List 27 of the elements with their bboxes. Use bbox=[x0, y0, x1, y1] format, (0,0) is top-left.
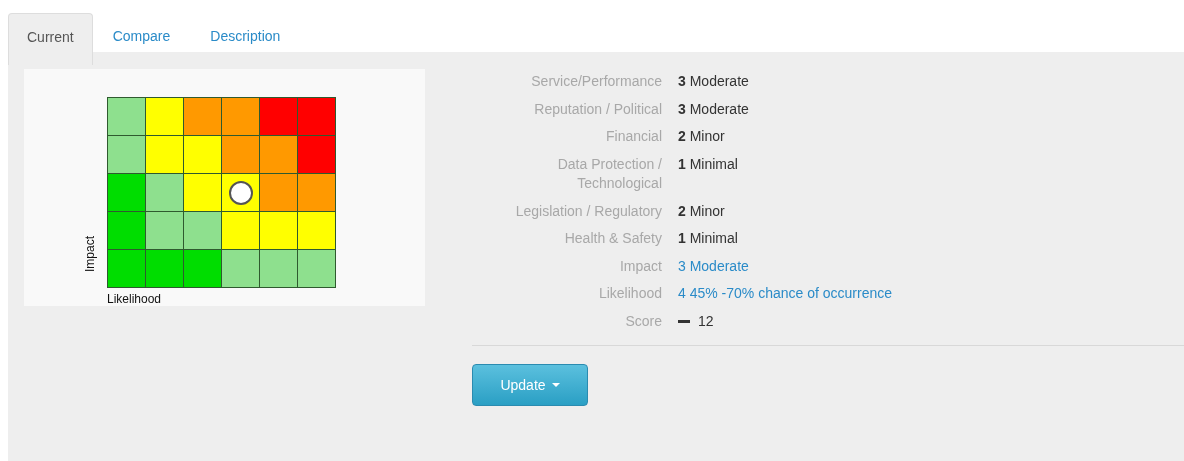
score-value: 12 bbox=[698, 311, 714, 331]
tab[interactable]: Compare bbox=[92, 13, 191, 65]
update-button[interactable]: Update bbox=[472, 364, 588, 406]
field-label: Financial bbox=[604, 127, 662, 146]
field-label: Score bbox=[624, 311, 662, 331]
tab[interactable]: Current bbox=[8, 13, 93, 65]
field-label: Likelihood bbox=[597, 284, 662, 303]
marker-icon bbox=[228, 180, 253, 205]
field-value: 3 Moderate bbox=[678, 73, 749, 89]
field-value: 2 Minor bbox=[678, 202, 725, 219]
field-value: 1 Minimal bbox=[678, 155, 738, 172]
value-link[interactable]: 4 45% -70% chance of occurrence bbox=[678, 285, 892, 301]
caret-icon bbox=[551, 383, 560, 387]
field-label: Health & Safety bbox=[563, 229, 662, 248]
axis-label: Likelihood bbox=[107, 292, 163, 306]
tab[interactable]: Description bbox=[190, 13, 301, 65]
value-link[interactable]: 3 Moderate bbox=[678, 257, 749, 274]
field-value: 3 Moderate bbox=[678, 100, 749, 117]
axis-label: Impact bbox=[83, 235, 97, 274]
field-label: Data Protection / Technological bbox=[556, 154, 662, 193]
field-value: 1 Minimal bbox=[678, 230, 738, 246]
field-label: Legislation / Regulatory bbox=[514, 201, 662, 221]
field-label: Reputation / Political bbox=[533, 99, 662, 119]
dash-icon bbox=[678, 319, 690, 323]
field-value: 2 Minor bbox=[678, 128, 725, 144]
field-label: Impact bbox=[619, 256, 662, 276]
field-label: Service/Performance bbox=[530, 72, 662, 91]
